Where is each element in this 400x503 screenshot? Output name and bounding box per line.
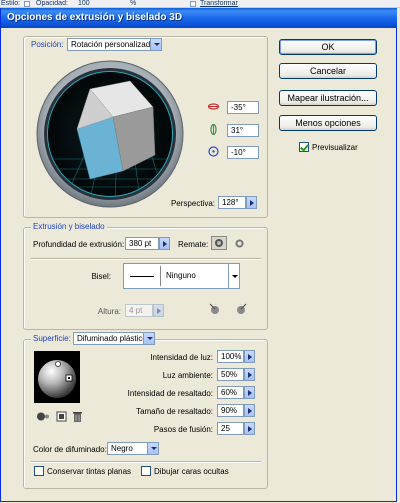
light-intensity-slider-button[interactable]: [244, 350, 255, 363]
extrude-depth-label: Profundidad de extrusión:: [33, 240, 125, 249]
percent-label: %: [130, 0, 137, 7]
rotate-x-icon: [207, 103, 220, 110]
app-control-bar: Estilo: Opacidad: 100 % Transformar: [0, 0, 400, 8]
shading-color-value: Negro: [111, 444, 133, 453]
highlight-intensity-field[interactable]: 60%: [217, 386, 244, 399]
extrude-depth-slider-button[interactable]: [159, 237, 170, 250]
position-select-value: Rotación personalizada: [71, 40, 155, 49]
opacity-label: Opacidad:: [36, 0, 68, 7]
position-select[interactable]: Rotación personalizada: [67, 38, 162, 51]
bevel-select-value: Ninguno: [166, 271, 196, 280]
rotation-trackball[interactable]: [35, 59, 185, 209]
bevel-extent-in-icon[interactable]: [207, 301, 223, 317]
cap-on-icon[interactable]: [211, 236, 227, 250]
extrude-depth-field[interactable]: 380 pt: [125, 237, 159, 250]
preview-label: Previsualizar: [312, 143, 358, 152]
bevel-preview-line: [130, 276, 154, 277]
bevel-height-slider-button[interactable]: [153, 304, 164, 317]
bevel-label: Bisel:: [91, 272, 111, 281]
bevel-height-field[interactable]: 4 pt: [125, 304, 153, 317]
highlight-intensity-label: Intensidad de resaltado:: [127, 389, 213, 398]
lighting-sphere[interactable]: [34, 351, 80, 403]
perspective-label: Perspectiva:: [170, 199, 215, 208]
ambient-light-field[interactable]: 50%: [217, 368, 244, 381]
rotate-y-icon: [210, 123, 217, 136]
extrude-bevel-legend: Extrusión y biselado: [31, 222, 107, 232]
rotation-x-field[interactable]: -35°: [227, 101, 259, 114]
preserve-spot-colors-label: Conservar tintas planas: [47, 467, 132, 476]
cap-label: Remate:: [178, 240, 209, 249]
new-light-icon[interactable]: [55, 410, 68, 423]
light-intensity-label: Intensidad de luz:: [150, 353, 213, 362]
bevel-select[interactable]: Ninguno: [123, 263, 240, 289]
style-label: Estilo:: [1, 0, 21, 7]
surface-label: Superficie:: [31, 333, 73, 344]
draw-hidden-faces-checkbox[interactable]: [141, 466, 151, 476]
highlight-intensity-slider-button[interactable]: [244, 386, 255, 399]
chevron-down-icon[interactable]: [143, 333, 154, 344]
opacity-field[interactable]: 100: [78, 0, 90, 7]
light-intensity-field[interactable]: 100%: [217, 350, 244, 363]
blend-steps-field[interactable]: 25: [217, 422, 244, 435]
style-dropdown[interactable]: [24, 1, 30, 7]
lighting-sphere-box[interactable]: [34, 351, 80, 403]
perspective-field[interactable]: 128°: [218, 196, 246, 209]
ok-button[interactable]: OK: [279, 39, 377, 55]
shading-color-select[interactable]: Negro: [107, 442, 159, 455]
map-art-button[interactable]: Mapear ilustración...: [279, 90, 377, 106]
blend-steps-label: Pasos de fusión:: [153, 425, 213, 434]
highlight-size-field[interactable]: 90%: [217, 404, 244, 417]
ambient-light-slider-button[interactable]: [244, 368, 255, 381]
chevron-down-icon[interactable]: [228, 264, 239, 288]
bevel-height-label: Altura:: [97, 307, 121, 316]
highlight-size-label: Tamaño de resaltado:: [136, 407, 213, 416]
transform-icon[interactable]: [190, 1, 196, 7]
bevel-extent-out-icon[interactable]: [233, 301, 249, 317]
perspective-slider-button[interactable]: [246, 196, 257, 209]
preserve-spot-colors-checkbox[interactable]: [34, 466, 44, 476]
extrude-divider: [31, 258, 261, 260]
extrude-bevel-dialog: Opciones de extrusión y biselado 3D Posi…: [0, 8, 397, 502]
preview-checkbox[interactable]: [299, 142, 309, 152]
dialog-title: Opciones de extrusión y biselado 3D: [1, 8, 397, 28]
shading-color-label: Color de difuminado:: [33, 445, 107, 454]
surface-select-value: Difuminado plástico: [77, 334, 147, 343]
chevron-down-icon[interactable]: [150, 39, 161, 50]
move-light-back-icon[interactable]: [35, 410, 51, 423]
rotate-z-icon: [208, 146, 219, 157]
fewer-options-button[interactable]: Menos opciones: [279, 115, 377, 131]
cancel-button[interactable]: Cancelar: [279, 63, 377, 79]
surface-divider: [31, 461, 261, 463]
ambient-light-label: Luz ambiente:: [162, 371, 213, 380]
highlight-size-slider-button[interactable]: [244, 404, 255, 417]
surface-select[interactable]: Difuminado plástico: [73, 332, 155, 345]
transform-link[interactable]: Transformar: [200, 0, 238, 7]
light-source-handle: [55, 361, 61, 367]
rotation-z-field[interactable]: -10°: [227, 146, 259, 159]
delete-light-icon[interactable]: [71, 410, 84, 423]
bevel-preview-divider: [160, 266, 161, 286]
draw-hidden-faces-label: Dibujar caras ocultas: [154, 467, 229, 476]
cap-off-icon[interactable]: [233, 237, 246, 250]
chevron-down-icon[interactable]: [147, 443, 158, 454]
blend-steps-slider-button[interactable]: [244, 422, 255, 435]
rotation-y-field[interactable]: 31°: [227, 124, 259, 137]
position-label: Posición:: [31, 40, 64, 49]
